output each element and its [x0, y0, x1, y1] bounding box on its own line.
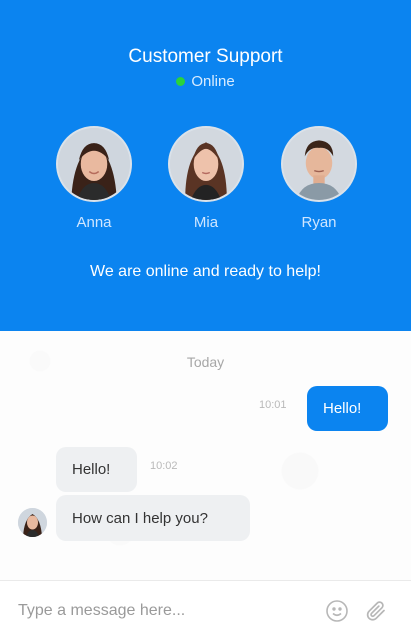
agent-anna[interactable]: Anna [54, 126, 134, 231]
agent-avatar-ryan [281, 126, 357, 202]
support-header: Customer Support Online Anna Mia Ryan We… [0, 0, 411, 331]
outgoing-message: Hello! [307, 386, 388, 431]
incoming-message: How can I help you? [56, 495, 250, 541]
message-text: Hello! [72, 461, 111, 478]
chat-widget: Customer Support Online Anna Mia Ryan We… [0, 0, 411, 638]
status-indicator: Online [0, 73, 411, 90]
woman-avatar-icon [18, 508, 47, 537]
agent-mia[interactable]: Mia [166, 126, 246, 231]
message-time: 10:02 [150, 460, 178, 472]
woman-avatar-icon [58, 128, 130, 200]
header-title: Customer Support [128, 46, 283, 67]
day-separator: Today [186, 354, 225, 370]
tagline: We are online and ready to help! [90, 263, 321, 280]
incoming-message: Hello! [56, 447, 137, 492]
online-dot-icon [176, 77, 186, 86]
agent-name-anna: Anna [76, 214, 112, 231]
smiley-icon[interactable] [325, 599, 349, 623]
paperclip-icon[interactable] [364, 599, 388, 623]
message-input[interactable] [18, 598, 308, 624]
agent-ryan[interactable]: Ryan [279, 126, 359, 231]
agent-list: Anna Mia Ryan [0, 126, 411, 236]
sender-avatar [18, 508, 47, 537]
man-avatar-icon [283, 128, 355, 200]
agent-avatar-anna [56, 126, 132, 202]
agent-name-ryan: Ryan [301, 214, 337, 231]
status-text: Online [191, 73, 235, 90]
message-composer [0, 580, 411, 638]
woman-avatar-icon [170, 128, 242, 200]
message-text: How can I help you? [72, 509, 208, 527]
message-text: Hello! [323, 400, 362, 417]
message-time: 10:01 [259, 399, 287, 411]
chat-area[interactable]: Today 10:01 Hello! Hello! 10:02 How can … [0, 331, 411, 580]
agent-avatar-mia [168, 126, 244, 202]
agent-name-mia: Mia [193, 214, 219, 231]
